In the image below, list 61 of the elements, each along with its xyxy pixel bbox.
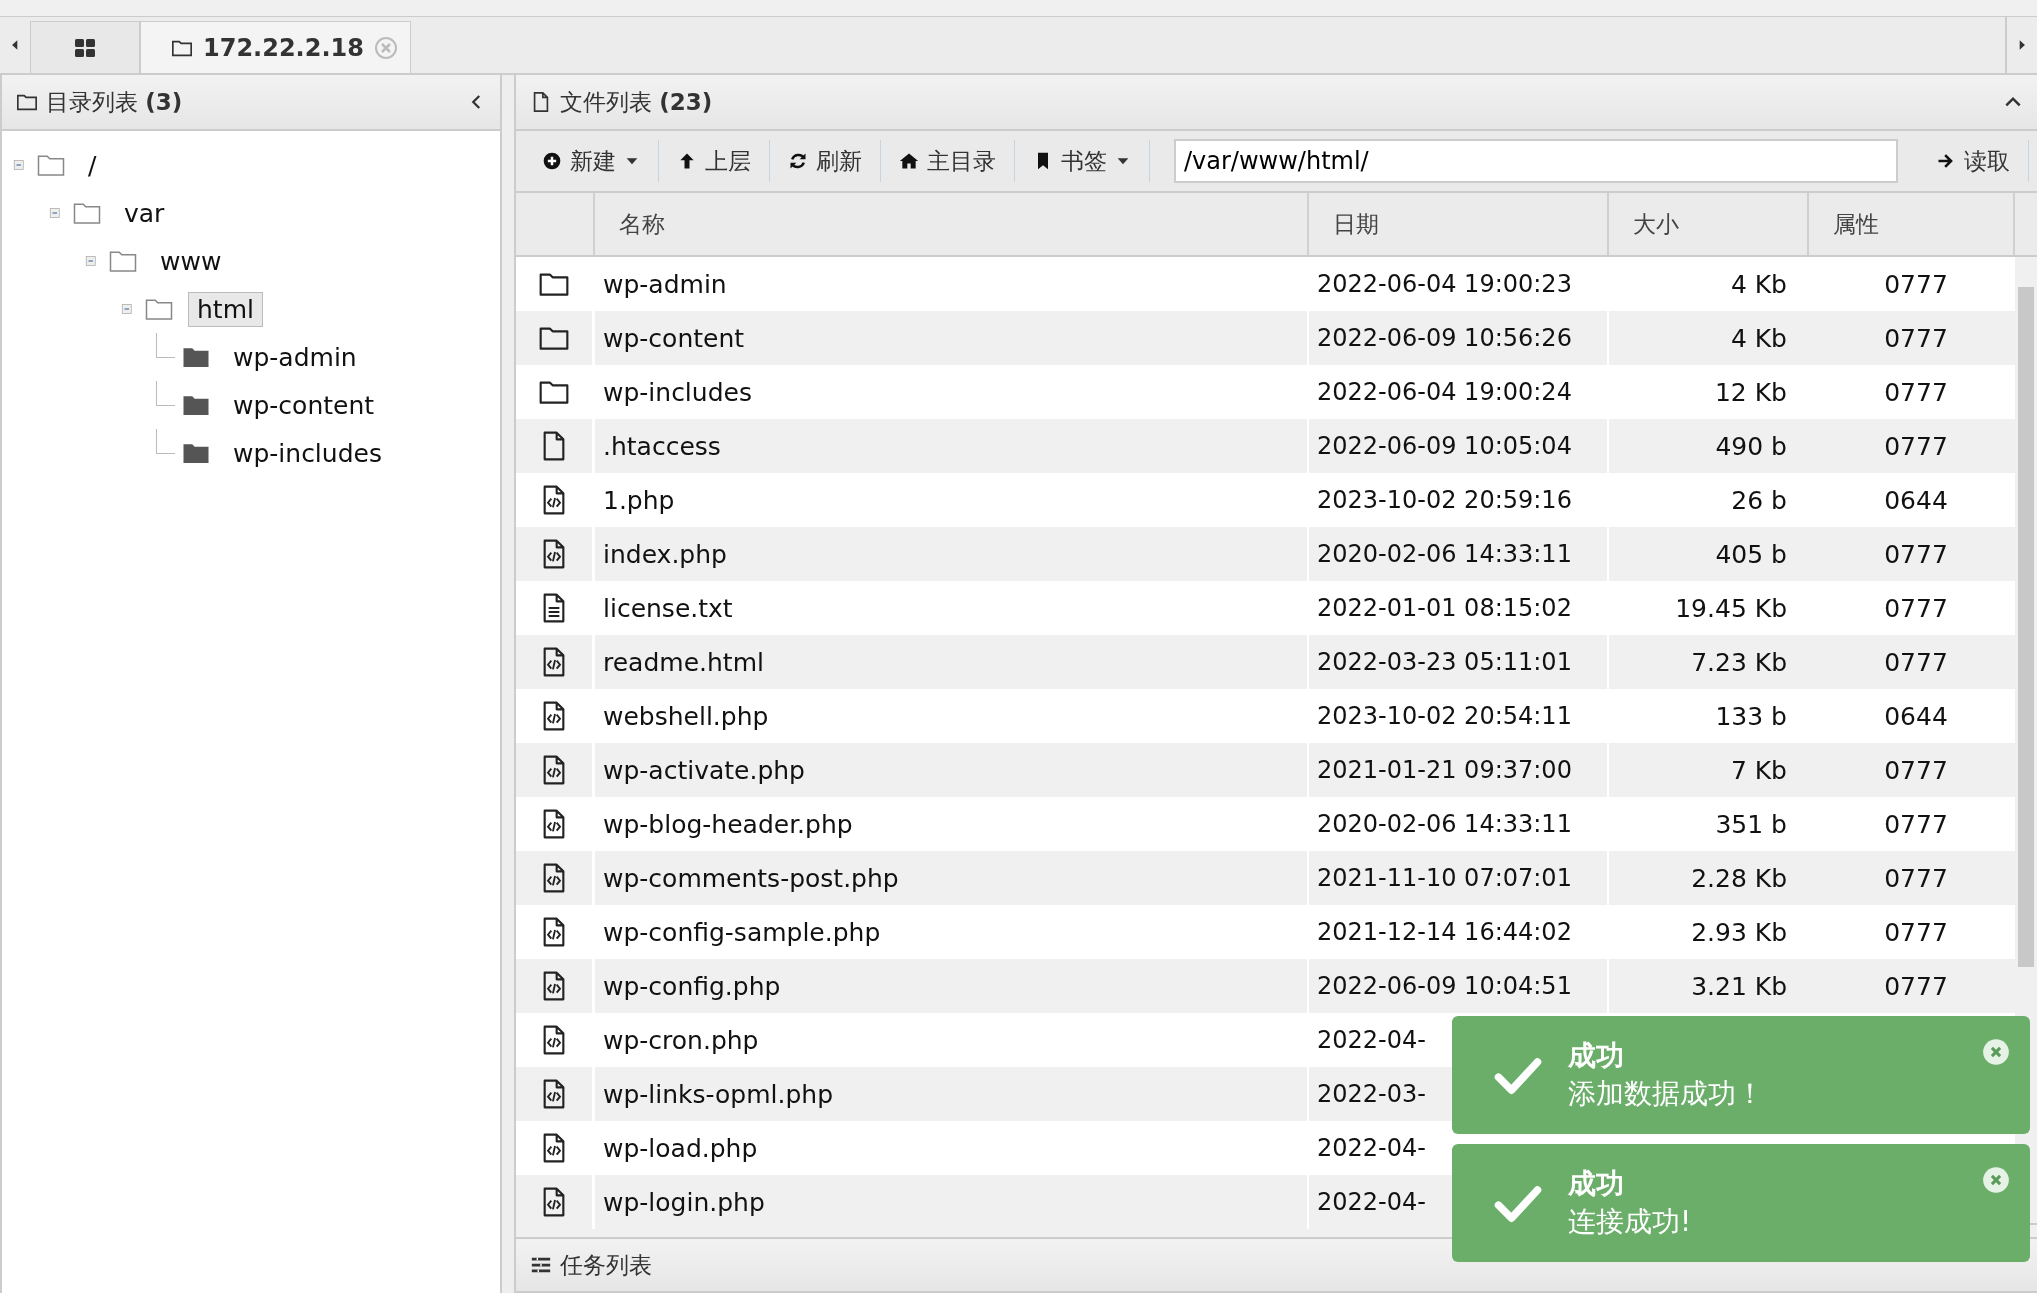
tree-connector	[156, 380, 175, 406]
tab[interactable]: 172.22.2.18	[140, 21, 411, 73]
toolbar-button[interactable]: 主目录	[881, 139, 1014, 183]
table-cell-text: 0777	[1883, 916, 1949, 949]
table-cell-text: 405 b	[1714, 538, 1788, 571]
tree-item[interactable]: html	[188, 291, 263, 327]
tree-item[interactable]: www	[152, 244, 230, 278]
table-cell-text: 0777	[1883, 430, 1949, 463]
plus-circle-icon	[542, 151, 562, 171]
table-cell-text: 0777	[1883, 268, 1949, 301]
table-cell-text: 2.28 Kb	[1690, 862, 1788, 895]
table-cell-text: 133 b	[1714, 700, 1788, 733]
toolbar-button[interactable]: 书签	[1015, 139, 1149, 183]
table-cell-text: 0777	[1883, 322, 1949, 355]
panel-title: 目录列表 (3)	[46, 87, 183, 117]
table-cell-text: 0644	[1883, 484, 1949, 517]
table-cell-text: 7 Kb	[1729, 754, 1788, 787]
toolbar-button[interactable]: 新建	[524, 139, 658, 183]
tree-item[interactable]: wp-admin	[225, 340, 365, 374]
panel-title: 文件列表 (23)	[560, 87, 713, 117]
toolbar-button[interactable]: 上层	[659, 139, 769, 183]
table-cell-text: 0777	[1883, 376, 1949, 409]
close-icon[interactable]	[1982, 1166, 2010, 1194]
table-cell-text: 0644	[1883, 700, 1949, 733]
table-cell-text: 0777	[1883, 592, 1949, 625]
refresh-icon	[788, 151, 808, 171]
tree-item[interactable]: wp-includes	[225, 436, 390, 470]
path-field[interactable]: /var/www/html/	[1174, 139, 1898, 183]
table-cell-text: 351 b	[1714, 808, 1788, 841]
panel-title: 任务列表	[560, 1250, 652, 1280]
table-cell-text: 0777	[1883, 754, 1949, 787]
table-cell-text: 3.21 Kb	[1690, 970, 1788, 1003]
tree-item[interactable]: /	[80, 148, 105, 182]
table-cell-text: 26 b	[1730, 484, 1788, 517]
file-name[interactable]: wp-login.php	[595, 1175, 1309, 1229]
table-cell-text: 0777	[1883, 970, 1949, 1003]
table-cell-text: 4 Kb	[1729, 322, 1788, 355]
table-cell-text: 19.45 Kb	[1674, 592, 1788, 625]
toolbar-button[interactable]: 刷新	[770, 139, 880, 183]
tree-connector	[156, 332, 175, 358]
tree-item[interactable]: var	[116, 196, 173, 230]
tab[interactable]	[30, 21, 140, 73]
table-cell-text: 2.93 Kb	[1690, 916, 1788, 949]
read-button[interactable]: 读取	[1918, 139, 2028, 183]
tree-connector	[156, 428, 175, 454]
column-header[interactable]: 大小	[1609, 193, 1809, 255]
table-cell-text: 0777	[1883, 862, 1949, 895]
table-cell-text: 7.23 Kb	[1690, 646, 1788, 679]
close-icon[interactable]	[373, 35, 398, 60]
home-icon	[899, 151, 919, 171]
column-header[interactable]: 日期	[1309, 193, 1609, 255]
table-cell-text: 0777	[1883, 646, 1949, 679]
column-header[interactable]: 名称	[595, 193, 1309, 255]
table-cell-text: 4 Kb	[1729, 268, 1788, 301]
table-cell-text: 0777	[1883, 538, 1949, 571]
table-cell-text: 12 Kb	[1713, 376, 1788, 409]
column-header[interactable]: 属性	[1809, 193, 2015, 255]
tree-item[interactable]: wp-content	[225, 388, 383, 422]
close-icon[interactable]	[1982, 1038, 2010, 1066]
table-cell-text: 490 b	[1714, 430, 1788, 463]
table-cell-text: 0777	[1883, 808, 1949, 841]
